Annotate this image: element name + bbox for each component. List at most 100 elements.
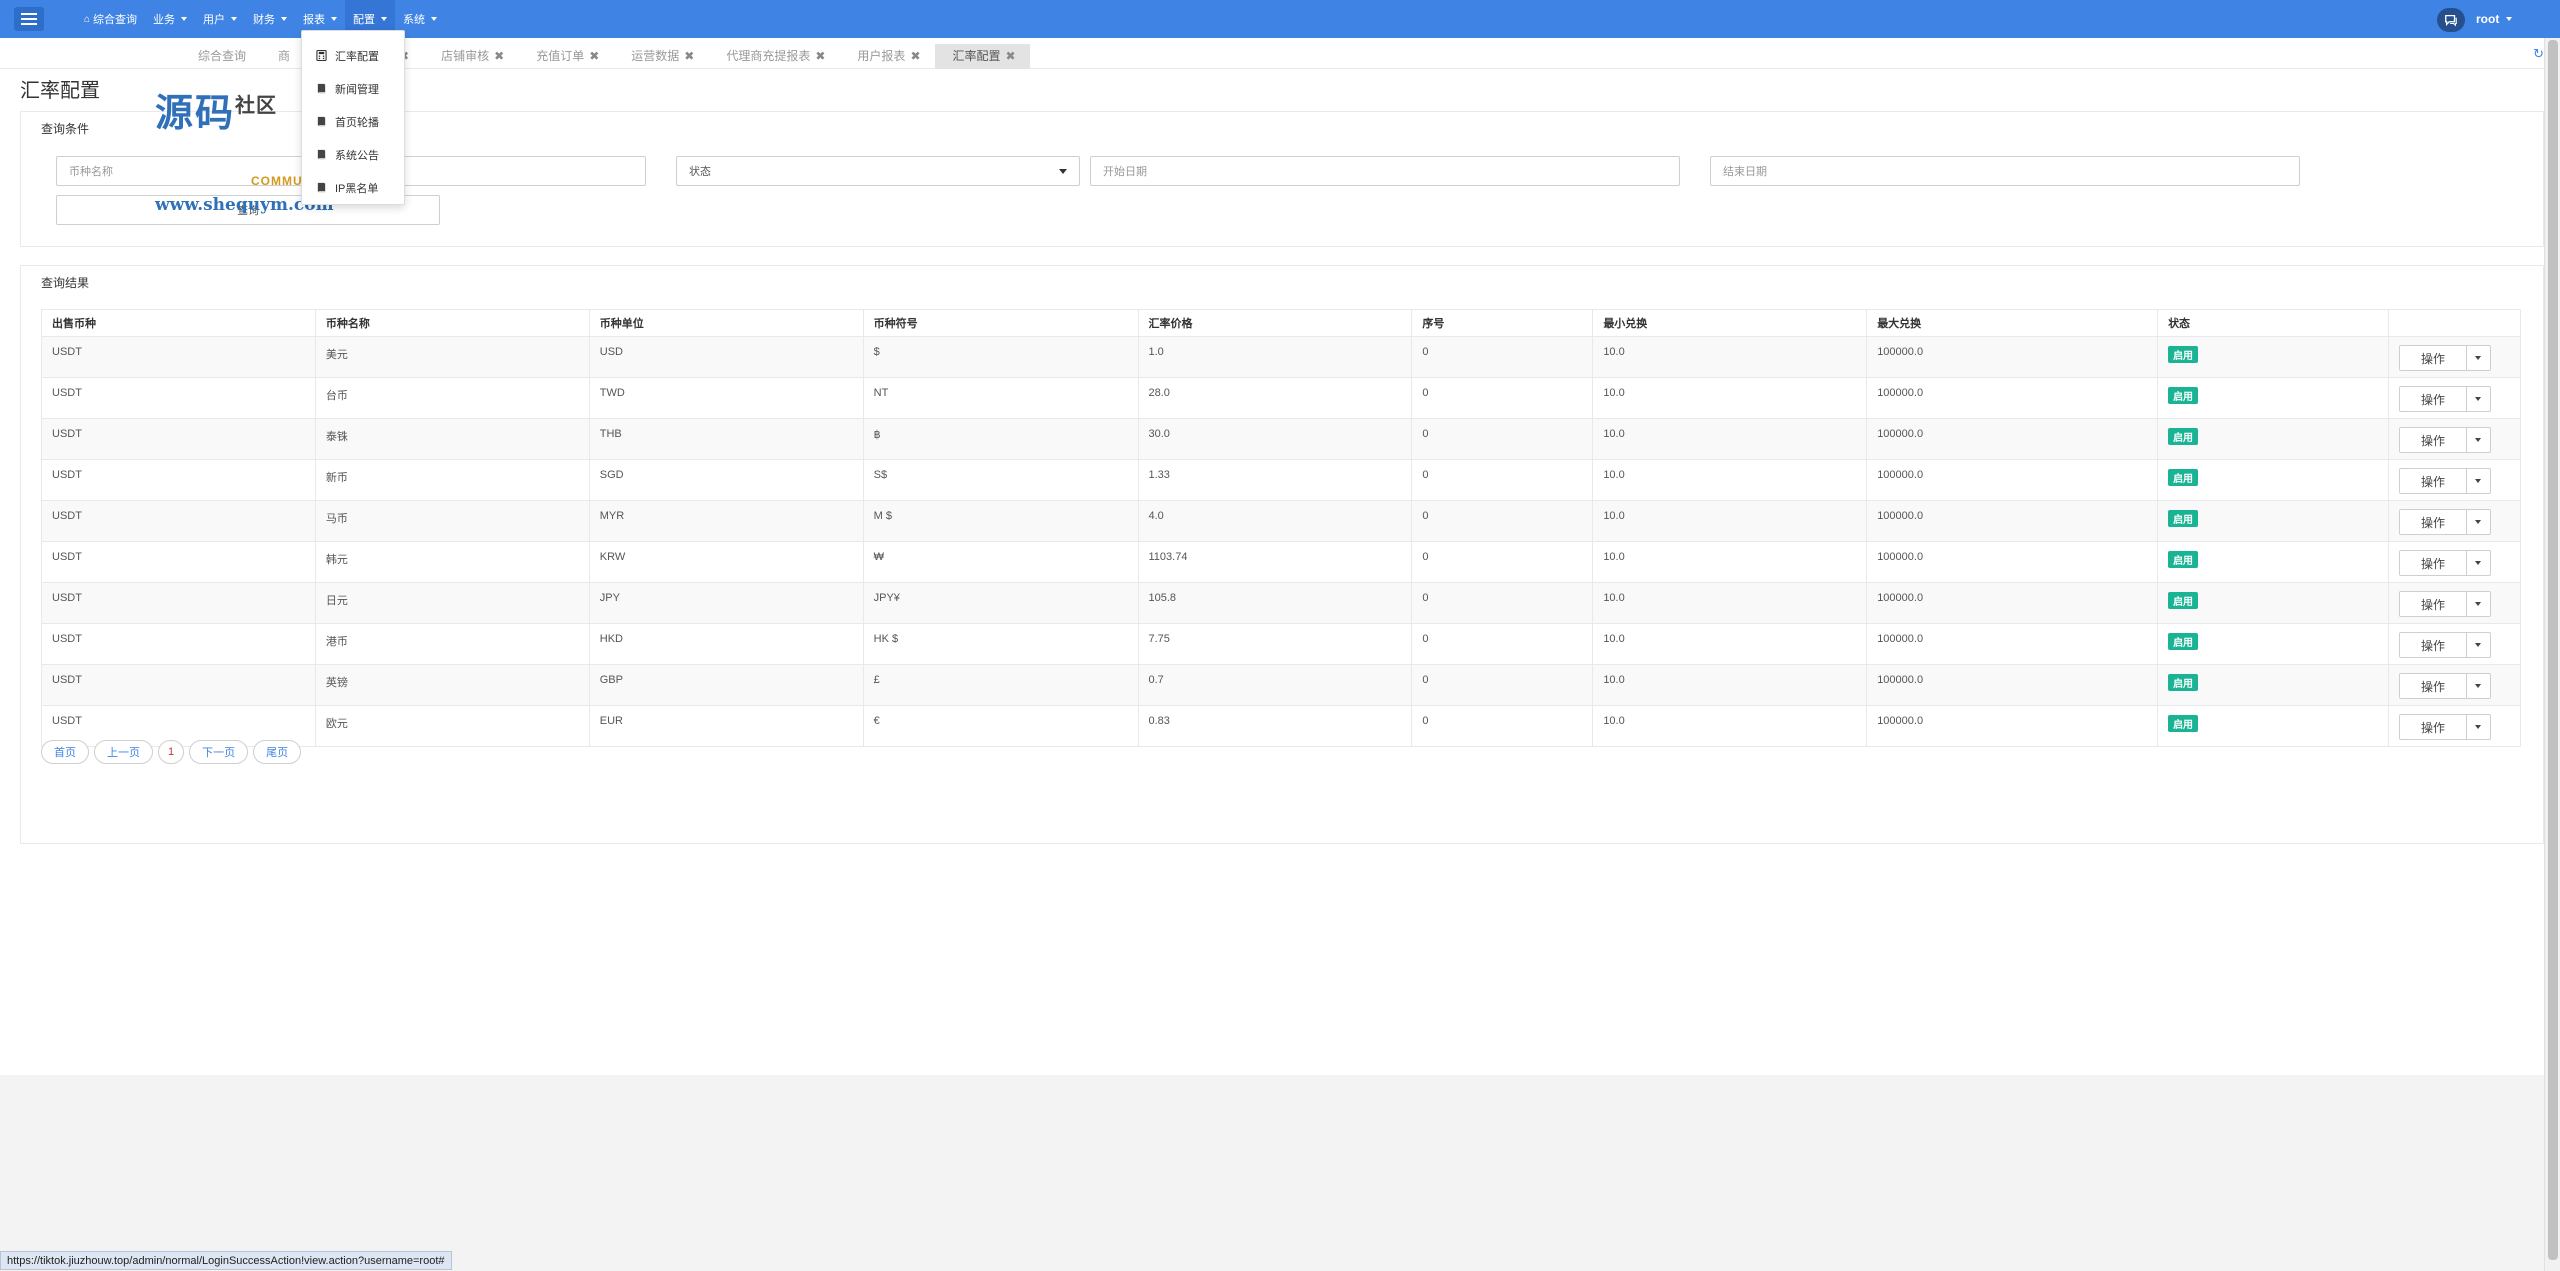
action-dropdown-toggle[interactable] xyxy=(2466,673,2491,699)
nav-item-business[interactable]: 业务 xyxy=(145,0,195,38)
menu-toggle-icon[interactable] xyxy=(14,7,44,31)
chat-icon[interactable] xyxy=(2437,8,2465,32)
table-row: USDT 新币 SGD S$ 1.33 0 10.0 100000.0 启用 操作 xyxy=(41,459,2522,501)
close-icon[interactable]: ✖ xyxy=(815,44,825,69)
action-button[interactable]: 操作 xyxy=(2398,591,2467,617)
close-icon[interactable]: ✖ xyxy=(494,44,504,69)
action-button-group: 操作 xyxy=(2398,632,2520,658)
column-header: 出售币种 xyxy=(41,309,316,337)
action-dropdown-toggle[interactable] xyxy=(2466,386,2491,412)
column-header: 最小兑换 xyxy=(1592,309,1868,337)
table-cell: USDT xyxy=(41,459,316,501)
action-button[interactable]: 操作 xyxy=(2398,427,2467,453)
table-cell: USDT xyxy=(41,500,316,542)
table-row: USDT 台币 TWD NT 28.0 0 10.0 100000.0 启用 操作 xyxy=(41,377,2522,419)
table-cell: 0 xyxy=(1411,500,1594,542)
tab-overview[interactable]: 综合查询 xyxy=(180,44,260,69)
table-cell: 100000.0 xyxy=(1866,664,2159,706)
actions-cell: 操作 xyxy=(2387,336,2522,378)
table-cell: 港币 xyxy=(314,623,590,665)
caret-down-icon xyxy=(2475,643,2482,647)
page-title: 汇率配置 xyxy=(20,80,100,102)
next-page-button[interactable]: 下一页 xyxy=(189,740,249,764)
table-cell: 100000.0 xyxy=(1866,541,2159,583)
actions-cell: 操作 xyxy=(2387,664,2522,706)
menu-item-ip-blacklist[interactable]: IP黑名单 xyxy=(302,171,404,204)
table-cell: € xyxy=(862,705,1139,747)
scrollbar-thumb[interactable] xyxy=(2548,40,2558,1260)
action-dropdown-toggle[interactable] xyxy=(2466,550,2491,576)
refresh-icon[interactable]: ↻ xyxy=(2533,46,2544,62)
page-scrollbar[interactable] xyxy=(2544,38,2560,1271)
close-icon[interactable]: ✖ xyxy=(1006,44,1016,69)
menu-item-news[interactable]: 新闻管理 xyxy=(302,72,404,105)
action-button-group: 操作 xyxy=(2398,673,2520,699)
action-button-group: 操作 xyxy=(2398,345,2520,371)
action-dropdown-toggle[interactable] xyxy=(2466,509,2491,535)
start-date-input[interactable]: 开始日期 xyxy=(1090,156,1680,186)
table-cell: 105.8 xyxy=(1137,582,1413,624)
table-cell: 0 xyxy=(1411,705,1594,747)
user-menu[interactable]: root xyxy=(2476,0,2513,38)
table-cell: 美元 xyxy=(314,336,590,378)
table-cell: 10.0 xyxy=(1592,541,1868,583)
action-button[interactable]: 操作 xyxy=(2398,550,2467,576)
action-dropdown-toggle[interactable] xyxy=(2466,345,2491,371)
table-cell: 韩元 xyxy=(314,541,590,583)
menu-item-announcement[interactable]: 系统公告 xyxy=(302,138,404,171)
action-button[interactable]: 操作 xyxy=(2398,632,2467,658)
action-dropdown-toggle[interactable] xyxy=(2466,427,2491,453)
action-dropdown-toggle[interactable] xyxy=(2466,632,2491,658)
action-button-group: 操作 xyxy=(2398,591,2520,617)
status-badge: 启用 xyxy=(2168,551,2199,568)
end-date-input[interactable]: 结束日期 xyxy=(1710,156,2300,186)
nav-item-overview[interactable]: ⌂ 综合查询 xyxy=(76,0,145,38)
menu-item-carousel[interactable]: 首页轮播 xyxy=(302,105,404,138)
action-button[interactable]: 操作 xyxy=(2398,714,2467,740)
table-cell: 1.33 xyxy=(1137,459,1413,501)
last-page-button[interactable]: 尾页 xyxy=(253,740,302,764)
tab-exchange-rate[interactable]: 汇率配置 ✖ xyxy=(934,44,1030,69)
table-cell: 10.0 xyxy=(1592,500,1868,542)
caret-down-icon xyxy=(231,17,238,21)
tab-recharge-orders[interactable]: 充值订单 ✖ xyxy=(518,44,613,69)
close-icon[interactable]: ✖ xyxy=(910,44,920,69)
table-cell: 10.0 xyxy=(1592,705,1868,747)
caret-down-icon xyxy=(2475,520,2482,524)
table-cell: 日元 xyxy=(314,582,590,624)
table-cell: USDT xyxy=(41,377,316,419)
prev-page-button[interactable]: 上一页 xyxy=(94,740,153,764)
close-icon[interactable]: ✖ xyxy=(589,44,599,69)
actions-cell: 操作 xyxy=(2387,377,2522,419)
tab-user-report[interactable]: 用户报表 ✖ xyxy=(839,44,934,69)
action-dropdown-toggle[interactable] xyxy=(2466,591,2491,617)
caret-down-icon xyxy=(2475,479,2482,483)
table-cell: S$ xyxy=(862,459,1139,501)
status-cell: 启用 xyxy=(2157,623,2389,665)
close-icon[interactable]: ✖ xyxy=(684,44,694,69)
table-cell: 0 xyxy=(1411,336,1594,378)
tab-merchant[interactable]: 商 xyxy=(260,44,304,69)
action-dropdown-toggle[interactable] xyxy=(2466,468,2491,494)
nav-item-finance[interactable]: 财务 xyxy=(245,0,295,38)
table-row: USDT 韩元 KRW ₩1103.74 0 10.0 100000.0 启用 操作 xyxy=(41,541,2522,583)
status-select[interactable]: 状态 xyxy=(676,156,1080,186)
action-button[interactable]: 操作 xyxy=(2398,345,2467,371)
tab-operations-data[interactable]: 运营数据 ✖ xyxy=(613,44,708,69)
tab-shop-review[interactable]: 店铺审核 ✖ xyxy=(423,44,518,69)
action-dropdown-toggle[interactable] xyxy=(2466,714,2491,740)
action-button[interactable]: 操作 xyxy=(2398,386,2467,412)
menu-item-exchange-rate[interactable]: 汇率配置 xyxy=(302,39,404,72)
nav-item-users[interactable]: 用户 xyxy=(195,0,245,38)
action-button[interactable]: 操作 xyxy=(2398,673,2467,699)
action-button[interactable]: 操作 xyxy=(2398,509,2467,535)
action-button-group: 操作 xyxy=(2398,550,2520,576)
status-cell: 启用 xyxy=(2157,336,2389,378)
table-cell: 1.0 xyxy=(1137,336,1413,378)
first-page-button[interactable]: 首页 xyxy=(41,740,89,764)
table-cell: HKD xyxy=(588,623,864,665)
caret-down-icon xyxy=(431,17,438,21)
action-button[interactable]: 操作 xyxy=(2398,468,2467,494)
current-page-button[interactable]: 1 xyxy=(158,740,185,764)
tab-agent-report[interactable]: 代理商充提报表 ✖ xyxy=(708,44,839,69)
